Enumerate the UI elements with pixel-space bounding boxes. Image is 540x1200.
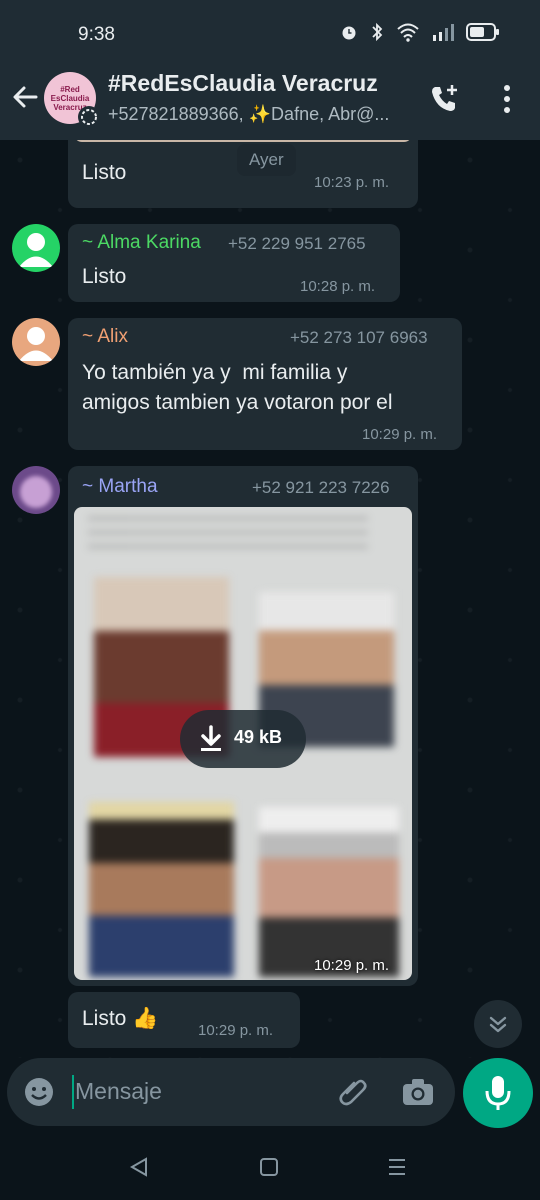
message-time: 10:23 p. m. — [314, 174, 390, 191]
message-text-line: amigos tambien ya votaron por el — [82, 391, 393, 414]
double-chevron-down-icon — [489, 1016, 507, 1033]
chat-area[interactable]: Listo 10:23 p. m. Ayer ~ Alma Karina +52… — [0, 140, 540, 1058]
nav-recents-icon[interactable] — [386, 1156, 408, 1178]
message-input[interactable]: Mensaje — [75, 1078, 162, 1105]
bluetooth-icon — [372, 22, 383, 42]
message-time: 10:29 p. m. — [198, 1022, 274, 1039]
default-avatar-icon — [19, 233, 53, 267]
community-badge — [78, 106, 100, 128]
message-time: 10:29 p. m. — [362, 426, 438, 443]
back-arrow-icon[interactable] — [10, 82, 40, 112]
download-icon — [201, 725, 221, 751]
nav-back-icon[interactable] — [128, 1156, 150, 1178]
message-bubble[interactable]: Listo 👍 10:29 p. m. — [68, 992, 300, 1048]
image-message[interactable]: 49 kB 10:29 p. m. — [74, 507, 412, 980]
image-preview-top — [74, 140, 412, 142]
sender-phone: +52 921 223 7226 — [252, 478, 390, 497]
sender-name[interactable]: ~ Martha — [82, 476, 158, 498]
text-cursor — [72, 1075, 74, 1109]
signal-icon — [433, 24, 454, 41]
sender-phone: +52 273 107 6963 — [290, 328, 428, 347]
status-icons — [340, 22, 500, 42]
message-text: Listo 👍 — [82, 1007, 159, 1030]
community-icon — [81, 109, 97, 125]
date-chip: Ayer — [237, 144, 296, 176]
sender-name[interactable]: ~ Alma Karina — [82, 232, 201, 254]
message-composer[interactable]: Mensaje — [7, 1058, 455, 1126]
wifi-icon — [397, 23, 419, 42]
chat-header[interactable]: #Red EsClaudia Veracruz #RedEsClaudia Ve… — [0, 70, 540, 140]
avatar-photo — [20, 476, 52, 508]
chat-subtitle[interactable]: +527821889366, ✨Dafne, Abr@... — [108, 104, 408, 125]
message-text: Listo — [82, 161, 127, 184]
chat-title[interactable]: #RedEsClaudia Veracruz — [108, 70, 378, 97]
battery-icon — [466, 23, 499, 41]
avatar[interactable] — [12, 224, 60, 272]
sender-name[interactable]: ~ Alix — [82, 326, 128, 348]
message-bubble[interactable]: ~ Alix +52 273 107 6963 Yo también ya y … — [68, 318, 462, 450]
status-time: 9:38 — [78, 24, 115, 45]
candidate-photo — [259, 807, 399, 977]
avatar[interactable] — [12, 466, 60, 514]
add-call-icon[interactable] — [428, 82, 462, 116]
system-nav-bar — [0, 1134, 540, 1200]
camera-icon[interactable] — [401, 1076, 435, 1108]
message-text: Listo — [82, 265, 127, 288]
download-button[interactable]: 49 kB — [180, 710, 306, 768]
image-caption-blurred — [88, 517, 368, 557]
sender-phone: +52 229 951 2765 — [228, 234, 366, 253]
microphone-icon — [485, 1076, 511, 1110]
avatar[interactable] — [12, 318, 60, 366]
more-options-icon[interactable] — [498, 82, 516, 116]
scroll-to-bottom-button[interactable] — [474, 1000, 522, 1048]
status-bar: 9:38 — [0, 0, 540, 70]
nav-home-icon[interactable] — [258, 1156, 280, 1178]
message-text-line: Yo también ya y mi familia y — [82, 361, 348, 384]
candidate-photo — [89, 802, 234, 977]
file-size: 49 kB — [234, 727, 283, 747]
message-time: 10:28 p. m. — [300, 278, 376, 295]
message-time: 10:29 p. m. — [314, 957, 390, 974]
emoji-icon[interactable] — [23, 1076, 55, 1108]
attach-icon[interactable] — [337, 1076, 369, 1108]
default-avatar-icon — [19, 327, 53, 361]
message-bubble[interactable]: ~ Alma Karina +52 229 951 2765 Listo 10:… — [68, 224, 400, 302]
alarm-icon — [342, 26, 356, 40]
voice-message-button[interactable] — [463, 1058, 533, 1128]
